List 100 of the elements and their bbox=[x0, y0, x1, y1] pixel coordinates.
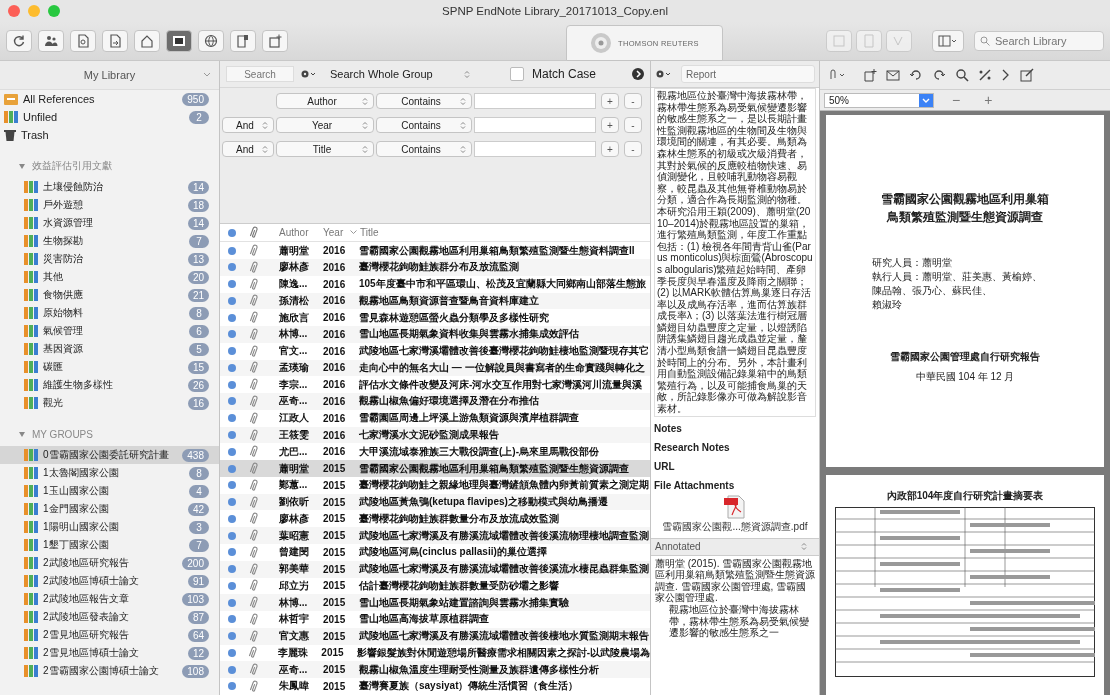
sidebar-item[interactable]: Unfiled 2 bbox=[0, 108, 219, 126]
sidebar-item[interactable]: 1金門國家公園 42 bbox=[0, 500, 219, 518]
sidebar-item[interactable]: 2雪見地區研究報告 64 bbox=[0, 626, 219, 644]
sidebar-item[interactable]: 2雪霸國家公園博碩士論文 108 bbox=[0, 662, 219, 680]
search-field[interactable]: Search bbox=[226, 66, 294, 82]
sidebar-item[interactable]: 生物探勘 7 bbox=[0, 232, 219, 250]
sidebar-item[interactable]: 基因資源 5 bbox=[0, 340, 219, 358]
add-button[interactable]: + bbox=[601, 141, 619, 157]
scope-dropdown[interactable]: Search Whole Group bbox=[324, 68, 476, 80]
field-dropdown[interactable]: Year bbox=[276, 117, 374, 133]
input-field[interactable] bbox=[474, 117, 596, 133]
table-row[interactable]: 劉依昕 2015 武陵地區黃魚鴞(ketupa flavipes)之移動模式與幼鳥播遷 bbox=[220, 493, 650, 511]
options-button[interactable] bbox=[655, 69, 673, 79]
sidebar-item[interactable]: 其他 20 bbox=[0, 268, 219, 286]
table-row[interactable]: 李麗珠 2015 影響銀髮族對休閒遊憩場所醫療需求相關因素之探討-以武陵農場為 bbox=[220, 644, 650, 662]
operator-dropdown[interactable]: Contains bbox=[376, 117, 472, 133]
sidebar-item[interactable]: 1墾丁國家公園 7 bbox=[0, 536, 219, 554]
sidebar-item[interactable]: 0雪霸國家公園委託研究計畫 438 bbox=[0, 446, 219, 464]
sidebar-item[interactable]: 土壤侵蝕防治 14 bbox=[0, 178, 219, 196]
sidebar-item[interactable]: All References 950 bbox=[0, 90, 219, 108]
remove-button[interactable]: - bbox=[624, 117, 642, 133]
toolbar-button[interactable] bbox=[230, 30, 256, 52]
table-row[interactable]: 蕭明堂 2015 雪霸國家公園觀霧地區利用巢箱鳥類繁殖監測暨生態資源調查 bbox=[220, 460, 650, 477]
close-button[interactable] bbox=[8, 5, 20, 17]
table-row[interactable]: 官文惠 2015 武陵地區七家灣溪及有勝溪流域壩體改善後棲地水質監測期末報告 bbox=[220, 627, 650, 645]
remove-button[interactable]: - bbox=[624, 93, 642, 109]
input-field[interactable] bbox=[474, 93, 596, 109]
table-row[interactable]: 邱立屴 2015 估計臺灣櫻花鉤吻鮭族群數量受防砂壩之影響 bbox=[220, 577, 650, 595]
table-row[interactable]: 曾建閔 2015 武陵地區河烏(cinclus pallasii)的巢位選擇 bbox=[220, 544, 650, 561]
input-field[interactable] bbox=[474, 141, 596, 157]
sidebar-item[interactable]: Trash bbox=[0, 126, 219, 144]
sidebar-item[interactable]: 碳匯 15 bbox=[0, 358, 219, 376]
table-row[interactable]: 朱鳳暐 2015 臺灣賽夏族（saysiyat）傳統生活慣習（食生活） bbox=[220, 678, 650, 695]
sidebar-item[interactable]: 原始物料 8 bbox=[0, 304, 219, 322]
table-row[interactable]: 尤巴... 2016 大甲溪流域泰雅族三大戰役調查(上)-烏來里馬戰役部份 bbox=[220, 443, 650, 461]
table-row[interactable]: 施欣言 2016 雪見森林遊憩區螢火蟲分類學及多樣性研究 bbox=[220, 309, 650, 327]
attachment-filename[interactable]: 雪霸國家公園觀...態資源調查.pdf bbox=[662, 519, 808, 534]
sidebar-item[interactable]: 2武陵地區博碩士論文 91 bbox=[0, 572, 219, 590]
sidebar-item[interactable]: 2雪見地區博碩士論文 12 bbox=[0, 644, 219, 662]
table-row[interactable]: 林博... 2015 雪山地區長期氣象站建置諮詢與雲霧水捕集實驗 bbox=[220, 594, 650, 612]
table-row[interactable]: 官文... 2016 武陵地區七家灣溪壩體改善後臺灣櫻花鉤吻鮭棲地監測暨現存其它 bbox=[220, 342, 650, 360]
table-row[interactable]: 李宗... 2016 評估水文條件改變及河床-河水交互作用對七家灣溪河川流量與溪 bbox=[220, 376, 650, 394]
sidebar-item[interactable]: 1陽明山國家公園 3 bbox=[0, 518, 219, 536]
table-row[interactable]: 孫清松 2016 觀霧地區鳥類資源普查暨鳥音資料庫建立 bbox=[220, 292, 650, 310]
table-row[interactable]: 郭美華 2015 武陵地區七家灣溪及有勝溪流域壩體改善後溪流水棲昆蟲群集監測 bbox=[220, 560, 650, 578]
options-button[interactable] bbox=[300, 69, 318, 79]
operator-dropdown[interactable]: Contains bbox=[376, 93, 472, 109]
table-row[interactable]: 蕭明堂 2016 雪霸國家公園觀霧地區利用巢箱鳥類繁殖監測暨生態資料調查II bbox=[220, 242, 650, 259]
add-button[interactable]: + bbox=[601, 93, 619, 109]
sidebar-item[interactable]: 食物供應 21 bbox=[0, 286, 219, 304]
toolbar-button[interactable] bbox=[6, 30, 32, 52]
match-case-checkbox[interactable] bbox=[510, 67, 524, 81]
field-dropdown[interactable]: Title bbox=[276, 141, 374, 157]
table-row[interactable]: 林博... 2016 雪山地區長期氣象資料收集與雲霧水捕集成效評估 bbox=[220, 326, 650, 343]
style-dropdown[interactable]: Report bbox=[681, 65, 815, 83]
table-row[interactable]: 廖林彥 2015 臺灣櫻花鉤吻鮭族群數量分布及放流成效監測 bbox=[220, 510, 650, 528]
books-icon bbox=[24, 253, 38, 265]
add-button[interactable]: + bbox=[601, 117, 619, 133]
search-field[interactable]: Search Library bbox=[974, 31, 1104, 51]
table-row[interactable]: 王筱雯 2016 七家灣溪水文泥砂監測成果報告 bbox=[220, 426, 650, 444]
sidebar-item[interactable]: 水資源管理 14 bbox=[0, 214, 219, 232]
table-row[interactable]: 林哲宇 2015 雪山地區高海拔草原植群調查 bbox=[220, 611, 650, 628]
column-header[interactable]: Title bbox=[360, 227, 379, 239]
toolbar-button[interactable] bbox=[166, 30, 192, 52]
remove-button[interactable]: - bbox=[624, 141, 642, 157]
table-row[interactable]: 葉昭憲 2015 武陵地區七家灣溪及有勝溪流域壩體改善後溪流物理棲地調查監測 bbox=[220, 527, 650, 544]
sidebar-item[interactable]: 維護生物多樣性 26 bbox=[0, 376, 219, 394]
sidebar-item[interactable]: 戶外遊憩 18 bbox=[0, 196, 219, 214]
table-row[interactable]: 陳逸... 2016 105年度臺中市和平區環山、松茂及宜蘭縣大同鄉南山部落生態旅 bbox=[220, 275, 650, 293]
output-style-dropdown[interactable]: Annotated bbox=[651, 537, 819, 556]
table-row[interactable]: 鄭蕙... 2015 臺灣櫻花鉤吻鮭之親緣地理與臺灣鏟頷魚體內卵黃前質素之測定期 bbox=[220, 476, 650, 494]
disclosure-triangle-icon[interactable] bbox=[18, 430, 26, 438]
column-header[interactable]: Author bbox=[279, 227, 323, 239]
table-row[interactable]: 江政人 2016 雪霸園區周邊上坪溪上游魚類資源與濱岸植群調查 bbox=[220, 409, 650, 427]
sidebar-item[interactable]: 氣候管理 6 bbox=[0, 322, 219, 340]
sidebar-item[interactable]: 2武陵地區報告文章 103 bbox=[0, 590, 219, 608]
sidebar-item[interactable]: 1玉山國家公園 4 bbox=[0, 482, 219, 500]
table-row[interactable]: 巫奇... 2015 觀霧山椒魚溫度生理耐受性測量及族群遺傳多樣性分析 bbox=[220, 661, 650, 679]
field-dropdown[interactable]: Author bbox=[276, 93, 374, 109]
table-row[interactable]: 廖林彥 2016 臺灣櫻花鉤吻鮭族群分布及放流監測 bbox=[220, 258, 650, 276]
library-selector[interactable]: My Library bbox=[0, 61, 219, 90]
table-row[interactable]: 孟瑛瑜 2016 走向心中的無名大山 — 一位解說員與書寫者的生命實踐與轉化之 bbox=[220, 359, 650, 377]
disclosure-triangle-icon[interactable] bbox=[18, 162, 26, 170]
table-row[interactable]: 巫奇... 2016 觀霧山椒魚偏好環境選擇及潛在分布推估 bbox=[220, 393, 650, 410]
zoom-in-button[interactable]: + bbox=[978, 92, 999, 108]
sidebar-item[interactable]: 2武陵地區發表論文 87 bbox=[0, 608, 219, 626]
stepper-icon bbox=[460, 144, 466, 154]
toolbar-button[interactable] bbox=[38, 30, 64, 52]
sidebar-item[interactable]: 2武陵地區研究報告 200 bbox=[0, 554, 219, 572]
conjunction-dropdown[interactable]: And bbox=[222, 117, 274, 133]
search-button[interactable] bbox=[632, 68, 644, 80]
layout-button[interactable] bbox=[932, 30, 964, 52]
sidebar-item[interactable]: 災害防治 13 bbox=[0, 250, 219, 268]
sidebar-item[interactable]: 觀光 16 bbox=[0, 394, 219, 412]
zoom-dropdown[interactable]: 50% bbox=[824, 92, 934, 108]
zoom-out-button[interactable]: − bbox=[946, 92, 967, 108]
operator-dropdown[interactable]: Contains bbox=[376, 141, 472, 157]
conjunction-dropdown[interactable]: And bbox=[222, 141, 274, 157]
sidebar-item[interactable]: 1太魯閣國家公園 8 bbox=[0, 464, 219, 482]
column-header[interactable]: Year bbox=[323, 227, 359, 239]
